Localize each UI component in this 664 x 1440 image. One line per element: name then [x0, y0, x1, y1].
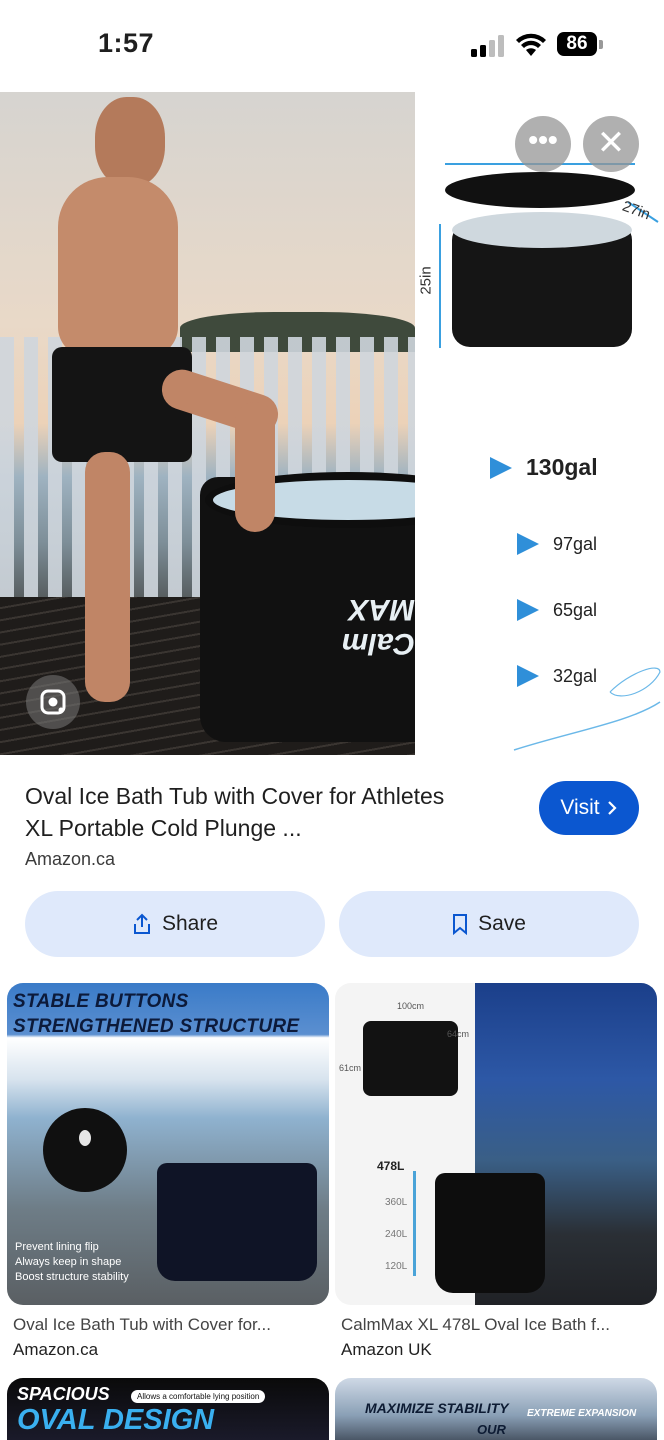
dim-label: 64cm: [447, 1029, 470, 1039]
related-title: Oval Ice Bath Tub with Cover for...: [13, 1315, 271, 1334]
share-button[interactable]: Share: [25, 891, 325, 957]
wifi-icon: [516, 33, 546, 56]
result-title-line2: XL Portable Cold Plunge ...: [25, 815, 302, 841]
thumb-text: EXTREME EXPANSION: [527, 1408, 637, 1419]
scale-label: 478L: [377, 1159, 405, 1173]
related-source: Amazon UK: [341, 1340, 432, 1359]
scale-label: 120L: [385, 1261, 408, 1272]
related-card[interactable]: STABLE BUTTONS STRENGTHENED STRUCTURE Pr…: [7, 983, 329, 1360]
related-thumbnail: STABLE BUTTONS STRENGTHENED STRUCTURE Pr…: [7, 983, 329, 1305]
thumb-text: MAXIMIZE STABILITY: [365, 1400, 509, 1416]
dim-label: 100cm: [397, 1001, 425, 1011]
hero-image[interactable]: Calm MAX 27in 25in 130gal 97gal 65gal 32…: [0, 92, 664, 755]
related-title: CalmMax XL 478L Oval Ice Bath f...: [341, 1315, 610, 1334]
banner-line2: STRENGTHENED STRUCTURE: [13, 1016, 300, 1037]
related-card[interactable]: MAXIMIZE STABILITY EXTREME EXPANSION OUR: [335, 1378, 657, 1440]
related-source: Amazon.ca: [13, 1340, 99, 1359]
bookmark-icon: [453, 914, 468, 935]
related-thumbnail: MAXIMIZE STABILITY EXTREME EXPANSION OUR: [335, 1378, 657, 1440]
scale-label: 240L: [385, 1229, 408, 1240]
result-title-line1: Oval Ice Bath Tub with Cover for Athlete…: [25, 783, 445, 809]
related-thumbnail: SPACIOUS OVAL DESIGN Allows a comfortabl…: [7, 1378, 329, 1440]
volume-label: 130gal: [526, 454, 598, 480]
battery-icon: 86: [557, 32, 605, 58]
status-bar: 1:57 86: [0, 0, 664, 90]
chevron-right-icon: [607, 801, 617, 815]
thumb-text: OUR: [477, 1422, 506, 1437]
share-label: Share: [161, 912, 219, 935]
play-arrow-icon: [517, 533, 539, 555]
more-horizontal-icon: •••: [528, 124, 558, 155]
volume-item: 130gal: [490, 454, 598, 481]
status-time: 1:57: [98, 28, 155, 58]
feature-text: Always keep in shape: [15, 1256, 122, 1268]
cellular-signal-icon: [471, 35, 504, 57]
play-arrow-icon: [490, 456, 512, 479]
visit-label: Visit: [560, 796, 600, 819]
volume-item: 97gal: [517, 533, 597, 555]
related-card[interactable]: 100cm 64cm 61cm 478L 360L 240L 120L Calm…: [335, 983, 657, 1360]
feature-text: Boost structure stability: [15, 1271, 129, 1283]
more-options-button[interactable]: •••: [515, 116, 571, 172]
tub-dimension-diagram: [439, 163, 659, 348]
product-photo: Calm MAX: [0, 92, 415, 755]
thumb-text: SPACIOUS: [17, 1384, 110, 1404]
save-button[interactable]: Save: [339, 891, 639, 957]
result-source: Amazon.ca: [25, 849, 116, 869]
tub-logo: Calm MAX: [341, 593, 415, 660]
close-button[interactable]: ✕: [583, 116, 639, 172]
battery-level: 86: [557, 32, 597, 56]
save-label: Save: [478, 912, 526, 935]
volume-label: 65gal: [553, 599, 598, 620]
related-card[interactable]: SPACIOUS OVAL DESIGN Allows a comfortabl…: [7, 1378, 329, 1440]
close-icon: ✕: [596, 124, 626, 162]
google-lens-button[interactable]: [26, 675, 80, 729]
volume-item: 65gal: [517, 599, 597, 621]
dim-label: 61cm: [339, 1063, 362, 1073]
lens-icon: [40, 689, 66, 715]
height-label: 25in: [417, 266, 435, 295]
thumb-pill: Allows a comfortable lying position: [131, 1390, 266, 1403]
volume-label: 97gal: [553, 533, 598, 554]
feature-text: Prevent lining flip: [15, 1241, 99, 1253]
related-thumbnail: 100cm 64cm 61cm 478L 360L 240L 120L: [335, 983, 657, 1305]
thumb-text: OVAL DESIGN: [17, 1404, 215, 1436]
decorative-swirl: [513, 667, 661, 751]
share-icon: [133, 913, 150, 934]
visit-button[interactable]: Visit: [539, 781, 639, 835]
result-title[interactable]: Oval Ice Bath Tub with Cover for Athlete…: [25, 780, 515, 844]
banner-line1: STABLE BUTTONS: [13, 991, 189, 1012]
play-arrow-icon: [517, 599, 539, 621]
scale-label: 360L: [385, 1197, 408, 1208]
